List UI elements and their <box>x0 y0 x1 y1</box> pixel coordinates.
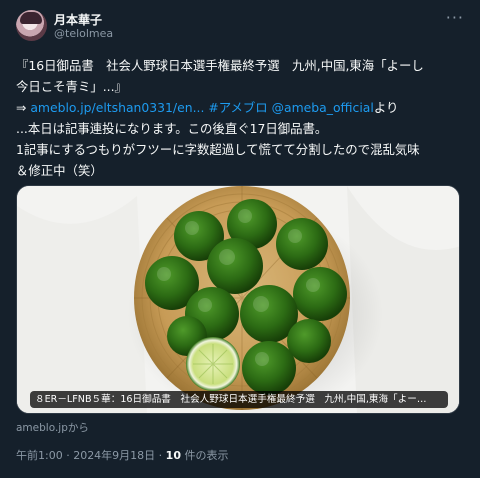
tweet-line-3: ⇒ ameblo.jp/eltshan0331/en... #アメブロ @ame… <box>16 97 466 118</box>
link-card[interactable]: ８ER－LFNB５華：16日御品書 社会人野球日本選手権最終予選 九州,中国,東… <box>16 185 460 414</box>
tweet-line-1: 『16日御品書 社会人野球日本選手権最終予選 九州,中国,東海「よーし <box>16 58 424 73</box>
views-count: 10 <box>165 449 181 462</box>
card-image <box>17 186 459 413</box>
mention-link[interactable]: @ameba_official <box>272 100 374 115</box>
tweet-text: 『16日御品書 社会人野球日本選手権最終予選 九州,中国,東海「よーし 今日こそ… <box>16 55 466 181</box>
tweet-line-4: ...本日は記事連投になります。この後直ぐ17日御品書。 <box>16 121 328 136</box>
tweet-line-5: 1記事にするつもりがフツーに字数超過して慌てて分割したので混乱気味 <box>16 142 420 157</box>
arrow-text: ⇒ <box>16 100 31 115</box>
article-link[interactable]: ameblo.jp/eltshan0331/en... <box>30 100 204 115</box>
suffix-text: より <box>373 100 399 115</box>
hashtag-link[interactable]: #アメブロ <box>208 100 267 115</box>
avatar[interactable] <box>16 10 47 41</box>
card-title[interactable]: ８ER－LFNB５華：16日御品書 社会人野球日本選手権最終予選 九州,中国,東… <box>30 391 448 408</box>
display-name[interactable]: 月本華子 <box>54 11 102 28</box>
tweet-meta: 午前1:00 · 2024年9月18日 · 10 件の表示 <box>16 447 228 463</box>
more-options-icon[interactable]: ··· <box>446 10 464 26</box>
views-label: 件の表示 <box>180 449 229 462</box>
user-handle[interactable]: @telolmea <box>54 27 113 40</box>
card-source[interactable]: ameblo.jpから <box>16 420 89 435</box>
tweet-line-6: ＆修正中（笑） <box>16 163 103 178</box>
timestamp[interactable]: 午前1:00 · 2024年9月18日 · <box>16 449 166 462</box>
tweet-line-2: 今日こそ青ミ」...』 <box>16 79 127 94</box>
